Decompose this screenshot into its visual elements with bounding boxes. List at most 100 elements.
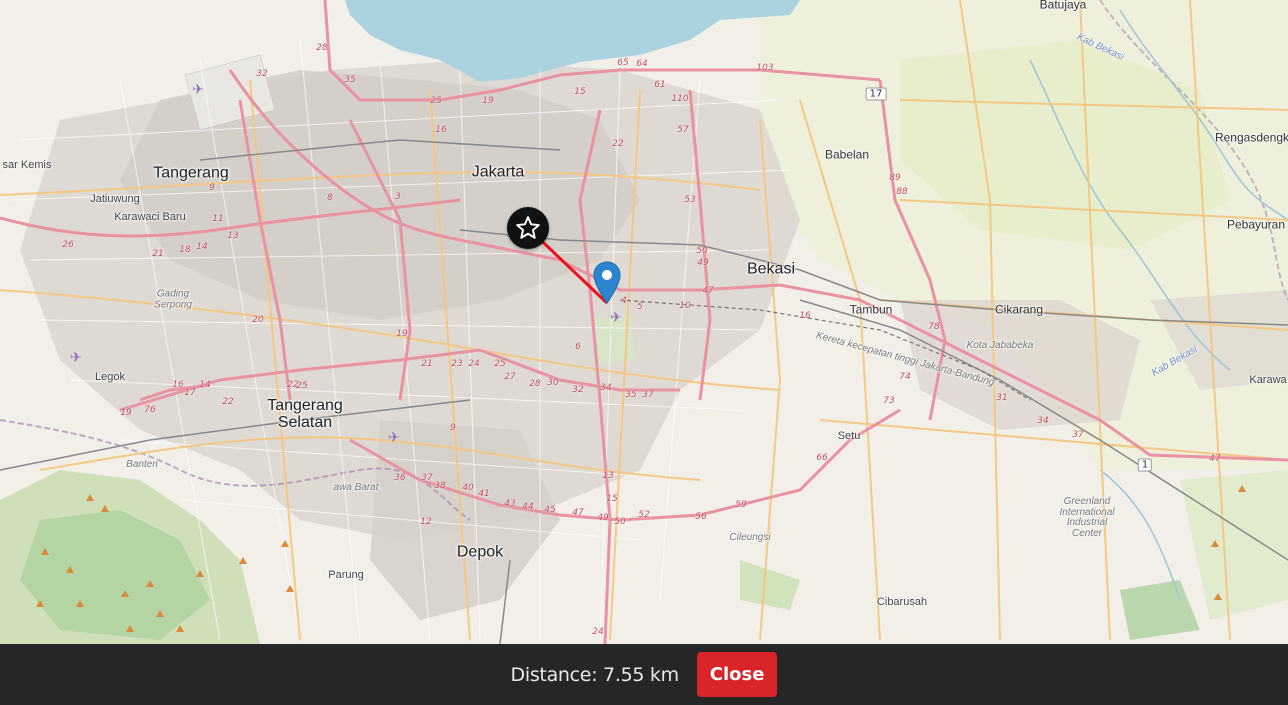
place-legok: Legok bbox=[95, 371, 125, 384]
place-pebayuran: Pebayuran bbox=[1226, 217, 1286, 232]
route-number: 16 bbox=[799, 311, 811, 321]
place-karawang: Karawa bbox=[1249, 374, 1287, 387]
route-number: 36 bbox=[394, 473, 406, 483]
place-depok: Depok bbox=[456, 543, 504, 561]
route-number: 18 bbox=[179, 245, 191, 255]
route-number: 37 bbox=[1072, 430, 1084, 440]
route-number: 47 bbox=[702, 286, 714, 296]
route-number: 16 bbox=[172, 380, 184, 390]
route-number: 12 bbox=[420, 517, 432, 527]
route-number: 49 bbox=[697, 258, 709, 268]
route-number: 50 bbox=[696, 246, 708, 256]
route-number: 14 bbox=[199, 380, 211, 390]
route-number: 13 bbox=[602, 471, 614, 481]
route-number: 15 bbox=[606, 494, 618, 504]
route-number: 27 bbox=[504, 372, 516, 382]
map-tiles: ✈ ✈ ✈ ✈ bbox=[0, 0, 1288, 644]
route-number: 41 bbox=[478, 489, 490, 499]
route-number: 78 bbox=[928, 322, 940, 332]
place-rengasdengklok: Rengasdengk bbox=[1214, 130, 1288, 145]
svg-text:✈: ✈ bbox=[70, 350, 82, 366]
origin-star-marker[interactable] bbox=[507, 207, 549, 249]
route-number: 47 bbox=[1209, 454, 1221, 464]
route-number: 89 bbox=[889, 173, 901, 183]
route-number: 9 bbox=[450, 423, 456, 433]
route-number: 21 bbox=[421, 359, 433, 369]
route-number: 56 bbox=[695, 512, 707, 522]
place-jakarta: Jakarta bbox=[471, 163, 525, 181]
route-number: 44 bbox=[522, 502, 534, 512]
route-number: 88 bbox=[896, 187, 908, 197]
route-number: 19 bbox=[120, 408, 132, 418]
place-parung: Parung bbox=[328, 569, 364, 582]
route-number: 24 bbox=[468, 359, 480, 369]
route-number: 32 bbox=[572, 385, 584, 395]
svg-text:✈: ✈ bbox=[610, 310, 622, 326]
route-number: 22 bbox=[612, 139, 624, 149]
route-number: 32 bbox=[256, 69, 268, 79]
map-view[interactable]: ✈ ✈ ✈ ✈ Batujaya Tangerang Jakarta Bekas… bbox=[0, 0, 1288, 644]
svg-text:✈: ✈ bbox=[192, 82, 204, 98]
place-setu: Setu bbox=[837, 430, 861, 443]
route-number: 35 bbox=[625, 390, 637, 400]
route-number: 45 bbox=[544, 505, 556, 515]
place-sarkemis: sar Kemis bbox=[2, 159, 52, 172]
route-number: 8 bbox=[327, 193, 333, 203]
route-number: 13 bbox=[227, 231, 239, 241]
route-number: 47 bbox=[572, 508, 584, 518]
place-babelan: Babelan bbox=[824, 147, 870, 162]
place-kota-jababeka: Kota Jababeka bbox=[966, 339, 1034, 351]
route-number: 110 bbox=[671, 94, 689, 104]
route-number: 23 bbox=[451, 359, 463, 369]
route-number: 57 bbox=[677, 125, 689, 135]
route-number: 10 bbox=[679, 301, 691, 311]
region-banten: Banten bbox=[126, 458, 158, 470]
route-number: 15 bbox=[574, 87, 586, 97]
route-number: 28 bbox=[316, 43, 328, 53]
star-icon bbox=[516, 216, 540, 239]
route-number: 76 bbox=[144, 405, 156, 415]
route-number: 30 bbox=[547, 378, 559, 388]
route-number: 65 bbox=[617, 58, 629, 68]
place-tambun: Tambun bbox=[849, 302, 893, 317]
route-number: 34 bbox=[600, 383, 612, 393]
place-karawaci: Karawaci Baru bbox=[114, 211, 186, 224]
route-shield-1: 1 bbox=[1137, 458, 1153, 472]
place-batujaya: Batujaya bbox=[1039, 0, 1087, 12]
route-number: 43 bbox=[504, 499, 516, 509]
place-bekasi: Bekasi bbox=[746, 260, 796, 278]
route-number: 103 bbox=[756, 63, 774, 73]
route-number: 17 bbox=[184, 388, 196, 398]
map-pin-icon bbox=[593, 261, 621, 304]
route-number: 5 bbox=[637, 302, 643, 312]
route-number: 11 bbox=[212, 214, 224, 224]
place-cileungsi: Cileungsi bbox=[729, 531, 771, 543]
route-number: 38 bbox=[434, 481, 446, 491]
bottom-bar: Distance: 7.55 km Close bbox=[0, 644, 1288, 705]
route-number: 28 bbox=[529, 379, 541, 389]
place-tangerang-selatan: Tangerang Selatan bbox=[267, 397, 343, 431]
route-number: 19 bbox=[482, 96, 494, 106]
route-shield-17: 17 bbox=[865, 87, 887, 101]
route-number: 64 bbox=[636, 59, 648, 69]
route-number: 16 bbox=[435, 125, 447, 135]
route-number: 6 bbox=[575, 342, 581, 352]
route-number: 9 bbox=[209, 183, 215, 193]
route-number: 21 bbox=[152, 249, 164, 259]
destination-pin-marker[interactable] bbox=[593, 261, 621, 305]
place-tangerang: Tangerang bbox=[153, 164, 229, 182]
route-number: 40 bbox=[462, 483, 474, 493]
route-number: 66 bbox=[816, 453, 828, 463]
close-button[interactable]: Close bbox=[696, 652, 778, 697]
route-number: 26 bbox=[62, 240, 74, 250]
route-number: 24 bbox=[592, 627, 604, 637]
route-number: 25 bbox=[430, 96, 442, 106]
route-number: 50 bbox=[614, 517, 626, 527]
place-jatiuwung: Jatiuwung bbox=[90, 193, 140, 206]
distance-readout: Distance: 7.55 km bbox=[510, 663, 680, 686]
place-gading-serpong: Gading Serpong bbox=[154, 288, 192, 310]
route-number: 25 bbox=[296, 381, 308, 391]
route-number: 4 bbox=[621, 296, 627, 306]
route-number: 37 bbox=[421, 473, 433, 483]
route-number: 3 bbox=[395, 192, 401, 202]
